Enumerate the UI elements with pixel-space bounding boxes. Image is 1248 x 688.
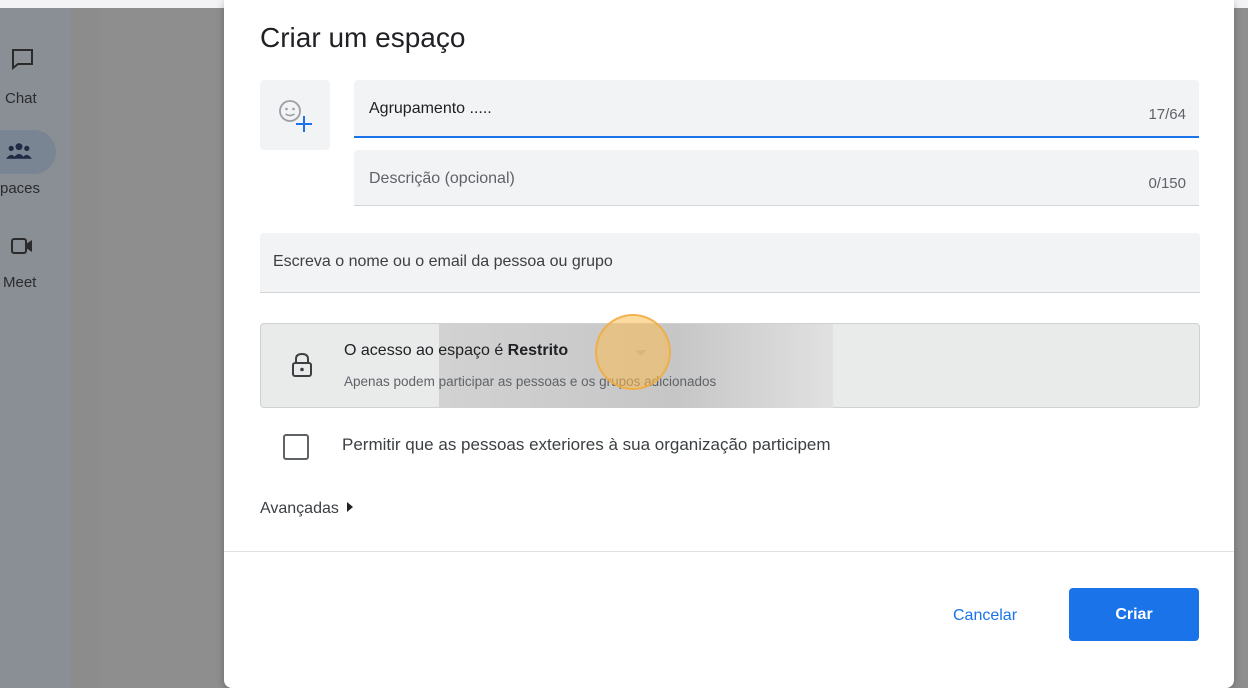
sidebar-overlay [70, 0, 100, 688]
advanced-label: Avançadas [260, 500, 339, 517]
description-placeholder: Descrição (opcional) [369, 170, 515, 187]
access-setting[interactable]: O acesso ao espaço é Restrito Apenas pod… [260, 314, 1200, 408]
dialog-title: Criar um espaço [260, 22, 466, 53]
access-value: Restrito [507, 342, 569, 359]
access-title: O acesso ao espaço é Restrito [344, 342, 568, 360]
space-name-field[interactable]: Agrupamento ..... 17/64 [354, 80, 1199, 138]
rail-item-label: Meet [3, 274, 37, 291]
expand-arrow-icon [346, 502, 353, 512]
rail-item-label: paces [0, 180, 41, 197]
space-name-value: Agrupamento ..... [369, 100, 492, 117]
add-emoji-icon [279, 100, 312, 132]
spaces-icon [6, 143, 32, 159]
lock-icon [292, 352, 312, 377]
click-marker [595, 314, 671, 390]
add-people-input[interactable]: Escreva o nome ou o email da pessoa ou g… [260, 233, 1200, 293]
space-name-counter: 17/64 [1148, 106, 1186, 123]
emoji-picker-button[interactable] [260, 80, 330, 150]
chat-icon [12, 49, 33, 70]
access-prefix: O acesso ao espaço é [344, 342, 508, 359]
rail-item-label: Chat [5, 90, 37, 107]
footer-divider [224, 551, 1234, 552]
create-space-dialog: Criar um espaço Agrupamento ..... 17/64 … [224, 0, 1234, 688]
external-participants-label: Permitir que as pessoas exteriores à sua… [342, 435, 831, 454]
advanced-toggle[interactable]: Avançadas [260, 500, 353, 518]
description-field[interactable]: Descrição (opcional) 0/150 [354, 150, 1199, 206]
external-participants-checkbox[interactable] [283, 434, 309, 460]
description-counter: 0/150 [1148, 175, 1186, 192]
meet-icon [11, 238, 32, 254]
cancel-button[interactable]: Cancelar [930, 590, 1040, 642]
add-people-placeholder: Escreva o nome ou o email da pessoa ou g… [273, 253, 613, 270]
create-button[interactable]: Criar [1069, 588, 1199, 641]
